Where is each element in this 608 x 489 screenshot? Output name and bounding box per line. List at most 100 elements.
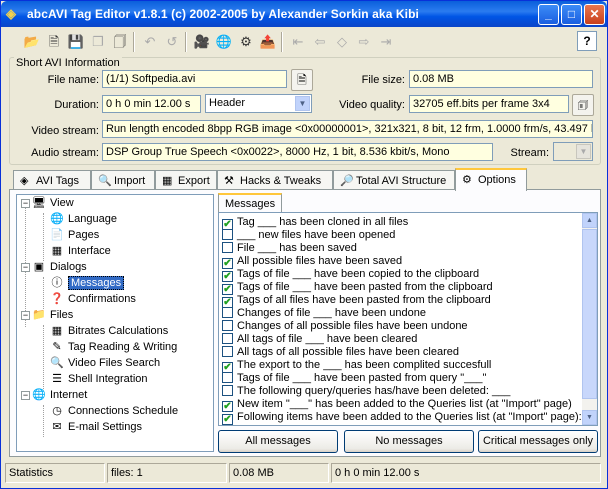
message-option[interactable]: ✔ Tag ___ has been cloned in all files (222, 216, 408, 230)
message-option[interactable]: ✔ Tags of file ___ have been pasted from … (222, 281, 493, 295)
title-bar[interactable]: ◈ abcAVI Tag Editor v1.8.1 (c) 2002-2005… (1, 1, 607, 27)
tab-import[interactable]: 🔍 Import (91, 170, 155, 190)
expand-view-icon[interactable]: − (21, 199, 30, 208)
checkbox-unchecked[interactable] (222, 385, 233, 396)
message-option[interactable]: ___ new files have been opened (222, 229, 395, 242)
message-option[interactable]: All tags of all possible files have been… (222, 346, 459, 359)
tab-hacks-tweaks[interactable]: ⚒ Hacks & Tweaks (217, 170, 333, 190)
file-properties-icon[interactable]: 🗎 (291, 69, 313, 91)
message-option-label: Tags of all files have been pasted from … (237, 294, 491, 306)
file-size-field[interactable]: 0.08 MB (409, 70, 593, 88)
checkbox-unchecked[interactable] (222, 333, 233, 344)
tab-total-avi-structure[interactable]: 🔎 Total AVI Structure (333, 170, 455, 190)
header-select[interactable]: Header ▼ (205, 94, 312, 113)
message-option[interactable]: Changes of all possible files have been … (222, 320, 468, 333)
checkbox-checked[interactable]: ✔ (222, 414, 233, 425)
tree-item-view[interactable]: 🖥 View (31, 195, 74, 211)
tree-item-messages[interactable]: ⓘ Messages (49, 275, 125, 291)
help-button[interactable]: ? (577, 31, 597, 51)
audio-stream-field[interactable]: DSP Group True Speech <0x0022>, 8000 Hz,… (102, 143, 493, 161)
scroll-thumb[interactable] (582, 229, 597, 399)
tree-item-tag-reading[interactable]: ✎ Tag Reading & Writing (49, 339, 177, 355)
camera-icon[interactable]: 🎥 (191, 31, 213, 53)
tab-export[interactable]: ▦ Export (155, 170, 217, 190)
message-option[interactable]: ✔ Tags of file ___ have been copied to th… (222, 268, 479, 282)
quality-details-icon[interactable]: 🗊 (572, 94, 594, 116)
scroll-up-icon[interactable]: ▲ (582, 213, 597, 228)
options-panel: − 🖥 View 🌐 Language 📄 Pages ▦ Interface − ▣ D… (9, 189, 601, 457)
tree-item-shell[interactable]: ☰ Shell Integration (49, 371, 147, 387)
scroll-down-icon[interactable]: ▼ (582, 410, 597, 425)
tab-options[interactable]: ⚙ Options (455, 168, 527, 191)
expand-internet-icon[interactable]: − (21, 391, 30, 400)
save-all-icon[interactable]: ❐ (87, 31, 109, 53)
diamond-icon[interactable]: ◇ (331, 31, 353, 53)
first-icon[interactable]: ⇤ (287, 31, 309, 53)
tab-messages[interactable]: Messages (218, 193, 283, 213)
video-quality-field[interactable]: 32705 eff.bits per frame 3x4 (409, 95, 569, 113)
message-option[interactable]: ✔ New item "___" has been added to the Qu… (222, 398, 572, 412)
options-tree[interactable]: − 🖥 View 🌐 Language 📄 Pages ▦ Interface − ▣ D… (16, 194, 214, 452)
tree-item-interface[interactable]: ▦ Interface (49, 243, 111, 259)
tree-item-pages[interactable]: 📄 Pages (49, 227, 99, 243)
message-option[interactable]: The following query/queries has/have bee… (222, 385, 510, 398)
message-option-label: File ___ has been saved (237, 242, 357, 254)
message-option-label: All possible files have been saved (237, 255, 403, 267)
expand-dialogs-icon[interactable]: − (21, 263, 30, 272)
checkbox-unchecked[interactable] (222, 372, 233, 383)
message-option[interactable]: File ___ has been saved (222, 242, 357, 255)
tree-item-connections[interactable]: ◷ Connections Schedule (49, 403, 178, 419)
stream-select[interactable]: ▼ (553, 142, 593, 161)
all-messages-button[interactable]: All messages (218, 430, 338, 453)
message-option[interactable]: ✔ The export to the ___ has been complite… (222, 359, 491, 373)
expand-files-icon[interactable]: − (21, 311, 30, 320)
tree-item-internet[interactable]: 🌐 Internet (31, 387, 87, 403)
next-icon[interactable]: ⇨ (353, 31, 375, 53)
status-files: files: 1 (107, 463, 227, 483)
last-icon[interactable]: ⇥ (375, 31, 397, 53)
undo-all-icon[interactable]: ↺ (161, 31, 183, 53)
message-option[interactable]: ✔ Tags of all files have been pasted from… (222, 294, 491, 308)
chevron-down-icon[interactable]: ▼ (295, 96, 310, 111)
undo-icon[interactable]: ↶ (139, 31, 161, 53)
close-file-icon[interactable]: 🗍 (109, 31, 131, 53)
stream-label: Stream: (510, 147, 549, 159)
checkbox-unchecked[interactable] (222, 307, 233, 318)
minimize-button[interactable]: _ (538, 4, 559, 25)
critical-messages-button[interactable]: Critical messages only (478, 430, 598, 453)
chevron-down-icon[interactable]: ▼ (576, 144, 591, 159)
checkbox-unchecked[interactable] (222, 242, 233, 253)
messages-scrollbar[interactable]: ▲ ▼ (582, 213, 597, 425)
message-option[interactable]: ✔ All possible files have been saved (222, 255, 403, 269)
tree-item-video-search[interactable]: 🔍 Video Files Search (49, 355, 160, 371)
tree-item-language[interactable]: 🌐 Language (49, 211, 117, 227)
checkbox-unchecked[interactable] (222, 229, 233, 240)
tree-item-bitrates[interactable]: ▦ Bitrates Calculations (49, 323, 168, 339)
export-icon[interactable]: 📤 (257, 31, 279, 53)
checkbox-unchecked[interactable] (222, 320, 233, 331)
save-icon[interactable]: 💾 (65, 31, 87, 53)
tab-avi-tags[interactable]: ◈ AVI Tags (13, 170, 91, 190)
messages-list[interactable]: ✔ Tag ___ has been cloned in all files ___… (218, 212, 598, 426)
file-name-field[interactable]: (1/1) Softpedia.avi (102, 70, 287, 88)
previous-icon[interactable]: ⇦ (309, 31, 331, 53)
checkbox-unchecked[interactable] (222, 346, 233, 357)
tree-item-dialogs[interactable]: ▣ Dialogs (31, 259, 87, 275)
no-messages-button[interactable]: No messages (344, 430, 474, 453)
tree-item-files[interactable]: 📁 Files (31, 307, 73, 323)
open-file-icon[interactable]: 🗎 (43, 31, 65, 53)
message-option[interactable]: Tags of file ___ have been pasted from q… (222, 372, 486, 385)
globe-icon[interactable]: 🌐 (213, 31, 235, 53)
tree-item-email[interactable]: ✉ E-mail Settings (49, 419, 142, 435)
video-stream-field[interactable]: Run length encoded 8bpp RGB image <0x000… (102, 120, 593, 138)
message-option[interactable]: ✔ Following items have been added to the … (222, 411, 582, 425)
maximize-button[interactable]: □ (561, 4, 582, 25)
message-option[interactable]: All tags of file ___ have been cleared (222, 333, 417, 346)
settings-icon[interactable]: ⚙ (235, 31, 257, 53)
message-option[interactable]: Changes of file ___ have been undone (222, 307, 426, 320)
open-folder-icon[interactable]: 📂 (21, 31, 43, 53)
duration-field[interactable]: 0 h 0 min 12.00 s (102, 95, 201, 113)
file-size-label: File size: (361, 74, 405, 86)
tree-item-confirmations[interactable]: ❓ Confirmations (49, 291, 136, 307)
close-button[interactable]: ✕ (584, 4, 605, 25)
